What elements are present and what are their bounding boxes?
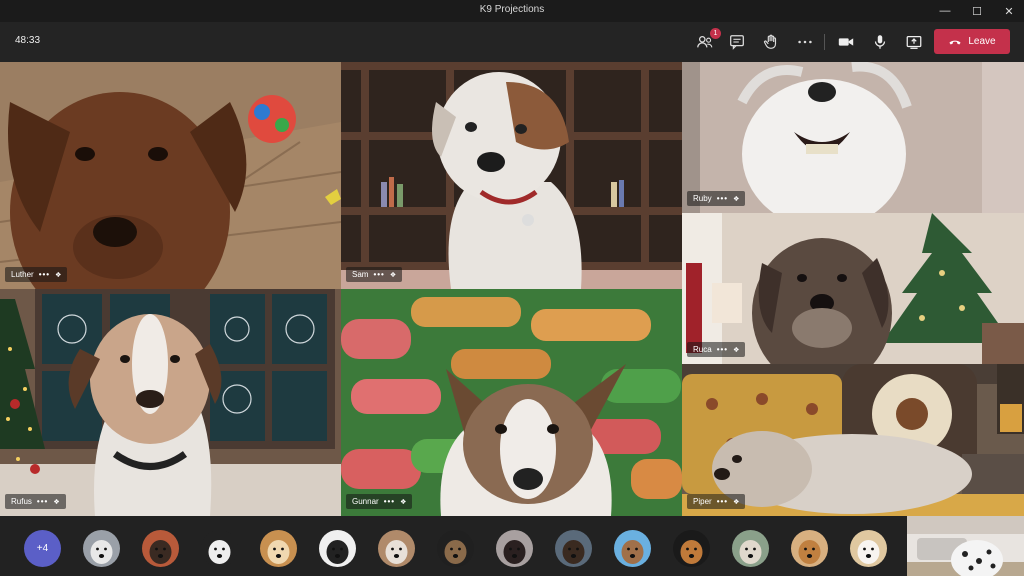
self-view[interactable] [907,516,1024,576]
camera-icon [838,38,854,46]
more-dots-icon[interactable]: ••• [37,497,48,506]
video-tile-ruca[interactable]: Ruca ••• ❖ [682,213,1024,364]
participant-avatar[interactable] [260,530,297,567]
participant-avatar[interactable] [378,530,415,567]
more-dots-icon[interactable]: ••• [384,497,395,506]
participant-avatar[interactable] [496,530,533,567]
participant-avatar[interactable] [791,530,828,567]
participant-nametag: Ruca ••• ❖ [687,342,746,357]
minimize-icon[interactable]: — [930,0,960,22]
dog-avatar-image [378,530,415,567]
video-grid: Luther ••• ❖ Sam ••• ❖ Ruby ••• ❖ Ruca •… [0,62,1024,516]
more-dots-icon[interactable]: ••• [39,270,50,279]
dog-avatar-image [260,530,297,567]
pin-icon: ❖ [389,271,397,279]
participant-nametag: Sam ••• ❖ [346,267,403,282]
window-title: K9 Projections [479,4,545,15]
dog-avatar-image [437,530,474,567]
participant-name: Ruby [693,194,712,203]
participant-name: Gunnar [352,497,379,506]
pin-icon: ❖ [733,195,740,203]
participant-name: Ruca [693,345,712,354]
pin-icon: ❖ [53,498,60,506]
toolbar-divider [824,34,825,50]
meeting-toolbar: 48:33 1 Leave [0,22,1024,62]
participant-avatar[interactable] [319,530,356,567]
participant-strip: +4 [0,516,1024,576]
leave-button[interactable]: Leave [934,29,1010,54]
dog-avatar-image [142,530,179,567]
pin-icon: ❖ [400,498,407,506]
leave-label: Leave [968,36,996,47]
dog-video-gunnar [341,289,682,516]
dog-avatar-image [614,530,651,567]
dog-video-rufus [0,289,341,516]
participant-name: Luther [11,270,34,279]
participant-avatar[interactable] [437,530,474,567]
dog-avatar-image [319,530,356,567]
participant-avatar[interactable] [142,530,179,567]
raise-hand-icon [763,34,777,49]
participant-avatar[interactable] [201,530,238,567]
more-participants-button[interactable]: +4 [24,530,61,567]
participants-button[interactable]: 1 [692,28,721,54]
pin-icon: ❖ [55,271,62,279]
dog-avatar-image [83,530,120,567]
dog-avatar-image [201,530,238,567]
more-options-icon [798,40,812,44]
share-screen-button[interactable] [901,30,927,54]
participants-badge: 1 [710,28,721,39]
participant-name: Rufus [11,497,32,506]
participant-name: Piper [693,497,712,506]
phone-hangup-icon [949,40,961,44]
video-tile-rufus[interactable]: Rufus ••• ❖ [0,289,341,516]
share-screen-icon [906,35,922,49]
dog-avatar-image [555,530,592,567]
participant-avatar[interactable] [614,530,651,567]
participant-nametag: Rufus ••• ❖ [5,494,66,509]
participant-avatar[interactable] [673,530,710,567]
camera-button[interactable] [833,30,859,54]
video-tile-piper[interactable]: Piper ••• ❖ [682,364,1024,516]
dog-avatar-image [673,530,710,567]
video-tile-ruby[interactable]: Ruby ••• ❖ [682,62,1024,213]
dog-avatar-image [791,530,828,567]
more-dots-icon[interactable]: ••• [717,497,728,506]
more-dots-icon[interactable]: ••• [717,345,728,354]
title-bar: K9 Projections — ☐ ✕ [0,0,1024,22]
participant-avatar[interactable] [732,530,769,567]
video-tile-luther[interactable]: Luther ••• ❖ [0,62,341,289]
dog-video-luther [0,62,341,289]
close-icon[interactable]: ✕ [994,0,1024,22]
chat-button[interactable] [724,30,750,54]
more-dots-icon[interactable]: ••• [717,194,728,203]
participant-nametag: Ruby ••• ❖ [687,191,746,206]
microphone-icon [874,35,886,49]
participant-nametag: Gunnar ••• ❖ [346,494,413,509]
dog-avatar-image [850,530,887,567]
dog-avatar-image [496,530,533,567]
raise-hand-button[interactable] [758,30,784,54]
meeting-timer: 48:33 [15,35,41,46]
participant-nametag: Luther ••• ❖ [5,267,68,282]
pin-icon: ❖ [733,498,740,506]
participant-avatar[interactable] [850,530,887,567]
pin-icon: ❖ [733,346,740,354]
participant-name: Sam [352,270,369,279]
more-dots-icon[interactable]: ••• [373,270,384,279]
participant-nametag: Piper ••• ❖ [687,494,746,509]
participant-avatar[interactable] [555,530,592,567]
maximize-icon[interactable]: ☐ [962,0,992,22]
microphone-button[interactable] [867,30,893,54]
participant-avatar[interactable] [83,530,120,567]
video-tile-gunnar[interactable]: Gunnar ••• ❖ [341,289,682,516]
chat-icon [730,35,744,50]
self-view-video [907,516,1024,576]
dog-avatar-image [732,530,769,567]
dog-video-sam [341,62,682,289]
more-options-button[interactable] [792,30,818,54]
video-tile-sam[interactable]: Sam ••• ❖ [341,62,682,289]
